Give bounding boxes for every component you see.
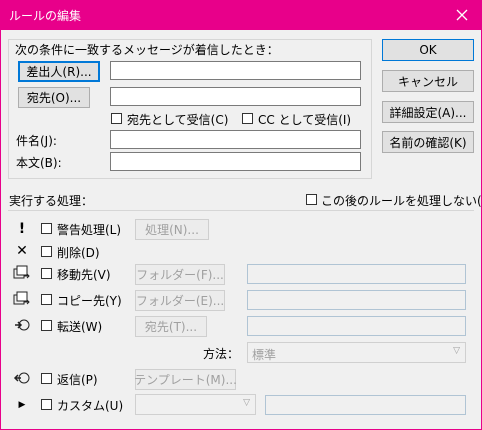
cancel-button[interactable]: キャンセル <box>382 70 474 92</box>
from-field[interactable] <box>110 61 361 80</box>
move-folder-button[interactable]: フォルダー(F)... <box>135 264 225 285</box>
advanced-button[interactable]: 詳細設定(A)... <box>382 101 474 123</box>
copy-folder-icon <box>13 291 31 307</box>
reply-checkbox[interactable] <box>41 373 52 384</box>
dialog-title: ルールの編集 <box>9 9 82 23</box>
move-folder-icon <box>13 265 31 281</box>
reply-icon <box>13 370 31 386</box>
cc-to-me-label: CC として受信(I) <box>258 113 352 127</box>
forward-method-label: 方法： <box>203 347 240 361</box>
check-names-button[interactable]: 名前の確認(K) <box>382 131 474 153</box>
custom-action-field[interactable] <box>265 395 466 415</box>
custom-action-select[interactable]: ▽ <box>135 394 256 415</box>
body-label: 本文(B): <box>16 156 62 170</box>
forward-method-select[interactable]: 標準 ▽ <box>247 342 466 363</box>
sent-to-me-checkbox[interactable] <box>111 113 122 124</box>
move-folder-field[interactable] <box>247 264 466 284</box>
forward-to-field[interactable] <box>247 316 466 336</box>
reply-template-button[interactable]: テンプレート(M)... <box>134 369 237 390</box>
delete-icon: ✕ <box>16 243 28 259</box>
title-bar: ルールの編集 <box>1 1 481 30</box>
subject-label: 件名(J): <box>16 134 57 148</box>
chevron-down-icon: ▽ <box>243 398 250 408</box>
delete-checkbox[interactable] <box>41 246 52 257</box>
copy-checkbox[interactable] <box>41 294 52 305</box>
ok-button[interactable]: OK <box>382 39 474 61</box>
custom-checkbox[interactable] <box>41 399 52 410</box>
forward-icon <box>13 317 31 333</box>
subject-field[interactable] <box>110 130 361 149</box>
forward-label: 転送(W) <box>57 320 103 334</box>
actions-header: 実行する処理： <box>9 194 94 208</box>
alert-icon: ! <box>18 221 26 237</box>
custom-arrow-icon: ▶ <box>18 400 26 410</box>
alert-label: 警告処理(L) <box>57 223 122 237</box>
body-field[interactable] <box>110 152 361 171</box>
alert-action-button[interactable]: 処理(N)... <box>135 219 209 240</box>
copy-folder-button[interactable]: フォルダー(E)... <box>135 290 225 311</box>
copy-label: コピー先(Y) <box>57 294 122 308</box>
from-button[interactable]: 差出人(R)... <box>18 61 100 82</box>
move-checkbox[interactable] <box>41 268 52 279</box>
delete-label: 削除(D) <box>57 246 100 260</box>
cc-to-me-checkbox[interactable] <box>242 113 253 124</box>
move-label: 移動先(V) <box>57 268 111 282</box>
edit-rule-dialog: ルールの編集 次の条件に一致するメッセージが着信したとき： 差出人(R)... … <box>0 0 482 430</box>
sent-to-me-label: 宛先として受信(C) <box>127 113 229 127</box>
reply-label: 返信(P) <box>57 373 98 387</box>
to-field[interactable] <box>110 87 361 106</box>
forward-to-button[interactable]: 宛先(T)... <box>135 316 207 337</box>
close-icon[interactable] <box>451 4 473 26</box>
custom-label: カスタム(U) <box>57 399 124 413</box>
forward-checkbox[interactable] <box>41 320 52 331</box>
chevron-down-icon: ▽ <box>453 346 460 356</box>
stop-processing-label: この後のルールを処理しない(S) <box>321 194 482 208</box>
conditions-header: 次の条件に一致するメッセージが着信したとき： <box>15 43 279 57</box>
to-button[interactable]: 宛先(O)... <box>18 87 90 108</box>
copy-folder-field[interactable] <box>247 290 466 310</box>
alert-checkbox[interactable] <box>41 223 52 234</box>
forward-method-value: 標準 <box>252 348 277 362</box>
stop-processing-checkbox[interactable] <box>306 194 317 205</box>
actions-separator <box>8 210 474 211</box>
